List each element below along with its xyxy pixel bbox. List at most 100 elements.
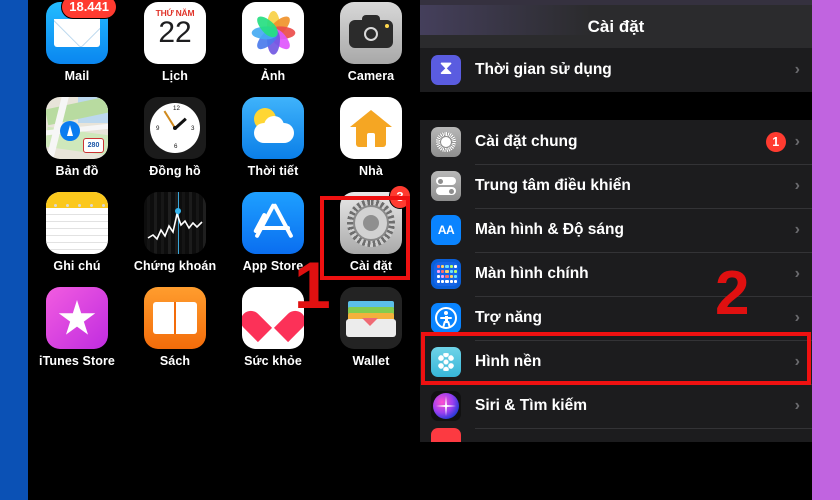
- app-stocks[interactable]: Chứng khoán: [126, 190, 224, 285]
- settings-row-label: Cài đặt chung: [475, 133, 578, 150]
- navigation-header: Cài đặt: [420, 5, 812, 48]
- settings-row-label: Thời gian sử dụng: [475, 61, 612, 78]
- app-label: Sách: [159, 354, 191, 368]
- app-calendar[interactable]: THỨ NĂM 22 Lịch: [126, 0, 224, 95]
- app-wallet[interactable]: Wallet: [322, 285, 420, 380]
- notes-icon: [46, 192, 108, 254]
- clock-icon: 12 3 6 9: [144, 97, 206, 159]
- stocks-icon: [144, 192, 206, 254]
- screenshot-root: 18.441 Mail THỨ NĂM 22 Lịch Ảnh Camera 2…: [0, 0, 840, 500]
- app-maps[interactable]: 280 Bản đồ: [28, 95, 126, 190]
- app-mail[interactable]: 18.441 Mail: [28, 0, 126, 95]
- home-icon: [340, 97, 402, 159]
- status-badge: 1: [765, 132, 786, 152]
- settings-row-label: Siri & Tìm kiếm: [475, 397, 587, 414]
- app-label: Nhà: [359, 164, 383, 178]
- settings-group: Thời gian sử dụng ›: [420, 48, 812, 92]
- app-label: Bản đồ: [55, 164, 99, 178]
- app-label: Đồng hồ: [149, 164, 201, 178]
- app-notes[interactable]: Ghi chú: [28, 190, 126, 285]
- calendar-day: 22: [158, 16, 192, 49]
- app-label: Sức khỏe: [244, 354, 302, 368]
- partial-red-icon: [431, 428, 461, 442]
- left-blue-border: [0, 0, 28, 500]
- app-photos[interactable]: Ảnh: [224, 0, 322, 95]
- accessibility-icon: [431, 303, 461, 333]
- weather-icon: [242, 97, 304, 159]
- maps-icon: 280: [46, 97, 108, 159]
- chevron-right-icon: ›: [794, 265, 800, 282]
- settings-body: Cài đặt Thời gian sử dụng ›: [420, 0, 812, 500]
- settings-row-screen-time[interactable]: Thời gian sử dụng ›: [420, 48, 812, 92]
- weather-icon-wrap: [242, 97, 304, 159]
- screentime-icon: [431, 55, 461, 85]
- app-label: Mail: [64, 69, 90, 83]
- books-icon-wrap: [144, 287, 206, 349]
- chevron-right-icon: ›: [794, 221, 800, 238]
- wallet-icon: [340, 287, 402, 349]
- chevron-right-icon: ›: [794, 397, 800, 414]
- app-row: 18.441 Mail THỨ NĂM 22 Lịch Ảnh Camera: [28, 0, 420, 95]
- mail-icon-wrap: 18.441: [46, 0, 117, 64]
- settings-group: Cài đặt chung 1 › Trung tâm điều khiển ›…: [420, 120, 812, 442]
- app-label: Ghi chú: [53, 259, 101, 273]
- page-title: Cài đặt: [587, 16, 645, 36]
- mail-badge: 18.441: [61, 0, 117, 19]
- chevron-right-icon: ›: [794, 177, 800, 194]
- camera-icon-wrap: [340, 2, 402, 64]
- stocks-icon-wrap: [144, 192, 206, 254]
- photos-icon: [242, 2, 304, 64]
- app-itunes-store[interactable]: iTunes Store: [28, 285, 126, 380]
- app-clock[interactable]: 12 3 6 9 Đồng hồ: [126, 95, 224, 190]
- camera-icon: [340, 2, 402, 64]
- books-icon: [144, 287, 206, 349]
- settings-row-home-screen[interactable]: Màn hình chính ›: [420, 252, 812, 296]
- photos-icon-wrap: [242, 2, 304, 64]
- control-center-icon: [431, 171, 461, 201]
- settings-row-siri-search[interactable]: Siri & Tìm kiếm ›: [420, 384, 812, 428]
- appstore-icon-wrap: [242, 192, 304, 254]
- display-brightness-icon: AA: [431, 215, 461, 245]
- settings-row-control-center[interactable]: Trung tâm điều khiển ›: [420, 164, 812, 208]
- calendar-icon-wrap: THỨ NĂM 22: [144, 2, 206, 64]
- home-icon-wrap: [340, 97, 402, 159]
- siri-icon: [431, 391, 461, 421]
- group-separator: [420, 92, 812, 120]
- right-purple-border: [812, 0, 840, 500]
- app-home[interactable]: Nhà: [322, 95, 420, 190]
- settings-row-display-brightness[interactable]: AA Màn hình & Độ sáng ›: [420, 208, 812, 252]
- settings-row-label: Màn hình & Độ sáng: [475, 221, 624, 238]
- app-weather[interactable]: Thời tiết: [224, 95, 322, 190]
- home-screen-icon: [431, 259, 461, 289]
- app-label: Thời tiết: [247, 164, 299, 178]
- app-label: Ảnh: [260, 69, 286, 83]
- gear-icon: [431, 127, 461, 157]
- notes-icon-wrap: [46, 192, 108, 254]
- maps-icon-wrap: 280: [46, 97, 108, 159]
- highlight-box-accessibility-row: [421, 332, 811, 385]
- appstore-icon: [242, 192, 304, 254]
- itunes-icon-wrap: [46, 287, 108, 349]
- settings-row-label: Trung tâm điều khiển: [475, 177, 631, 194]
- calendar-icon: THỨ NĂM 22: [144, 2, 206, 64]
- annotation-number-1: 1: [294, 248, 331, 322]
- settings-row-partial-next[interactable]: [420, 428, 812, 442]
- app-row: 280 Bản đồ 12 3 6 9 Đồng hồ Thời tiết Nh…: [28, 95, 420, 190]
- highlight-box-settings-app: [320, 196, 410, 280]
- app-label: Chứng khoán: [133, 259, 217, 273]
- annotation-number-2: 2: [715, 259, 750, 328]
- clock-icon-wrap: 12 3 6 9: [144, 97, 206, 159]
- settings-row-general[interactable]: Cài đặt chung 1 ›: [420, 120, 812, 164]
- chevron-right-icon: ›: [794, 309, 800, 326]
- app-camera[interactable]: Camera: [322, 0, 420, 95]
- maps-route-shield: 280: [83, 138, 104, 153]
- chevron-right-icon: ›: [794, 61, 800, 78]
- itunes-icon: [46, 287, 108, 349]
- wallet-icon-wrap: [340, 287, 402, 349]
- iphone-home-screen: 18.441 Mail THỨ NĂM 22 Lịch Ảnh Camera 2…: [0, 0, 420, 500]
- app-row: iTunes Store Sách Sức khỏe Wallet: [28, 285, 420, 380]
- app-label: Lịch: [161, 69, 189, 83]
- app-books[interactable]: Sách: [126, 285, 224, 380]
- chevron-right-icon: ›: [794, 133, 800, 150]
- settings-screen: Cài đặt Thời gian sử dụng ›: [420, 0, 840, 500]
